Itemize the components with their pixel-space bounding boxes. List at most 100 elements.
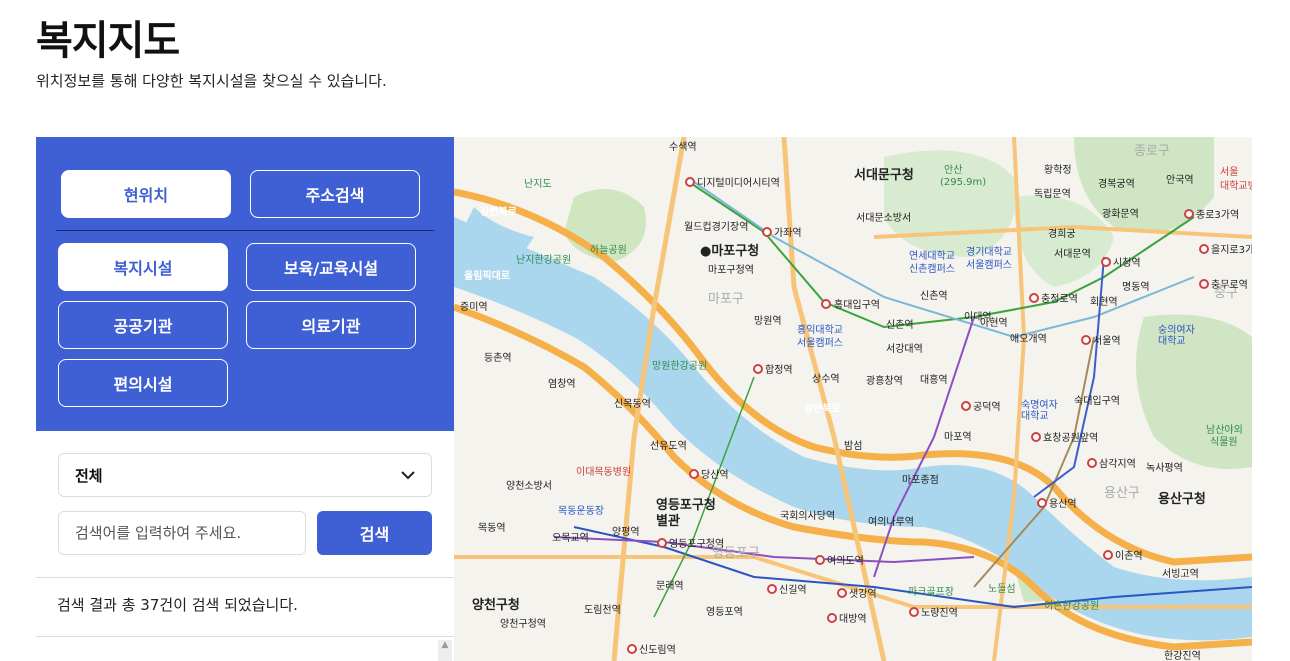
svg-text:용산역: 용산역 [1049, 498, 1077, 510]
page-subtitle: 위치정보를 통해 다양한 복지시설을 찾으실 수 있습니다. [36, 72, 387, 90]
svg-text:월드컵경기장역: 월드컵경기장역 [684, 220, 748, 233]
map-label: 난지한강공원 [516, 254, 571, 266]
map-label: 파크골프장 [908, 586, 954, 598]
svg-text:양평역: 양평역 [612, 526, 640, 538]
map-label: 영등포구청 [656, 497, 716, 513]
svg-text:합정역: 합정역 [765, 364, 793, 376]
svg-text:독립문역: 독립문역 [1034, 187, 1071, 200]
map-label: 서울캠퍼스 [797, 337, 843, 349]
svg-text:문래역: 문래역 [656, 580, 684, 592]
svg-text:영등포구청역: 영등포구청역 [669, 538, 724, 550]
map-label: 서대문구청 [854, 167, 914, 183]
svg-text:도림천역: 도림천역 [584, 604, 621, 616]
map-label: 홍익대학교 [797, 323, 843, 336]
map-canvas[interactable]: 서대문구청 ●마포구청 마포구 영등포구청 별관 영등포구 용산구 용산구청 양… [454, 137, 1252, 661]
category-medical-button[interactable]: 의료기관 [246, 301, 416, 349]
map-label: 식물원 [1210, 436, 1238, 448]
svg-text:시청역: 시청역 [1113, 257, 1141, 269]
map-label: (295.9m) [940, 177, 986, 188]
map-label: 하늘공원 [590, 243, 627, 256]
map-label: 대학교 [1021, 410, 1049, 422]
svg-text:당산역: 당산역 [701, 469, 729, 481]
svg-text:샛강역: 샛강역 [849, 588, 877, 600]
map-view[interactable]: 서대문구청 ●마포구청 마포구 영등포구청 별관 영등포구 용산구 용산구청 양… [454, 137, 1252, 661]
svg-text:여의도역: 여의도역 [827, 555, 864, 567]
svg-text:목동역: 목동역 [478, 522, 506, 534]
category-welfare-button[interactable]: 복지시설 [58, 243, 228, 291]
svg-text:증미역: 증미역 [460, 301, 488, 313]
svg-text:등촌역: 등촌역 [484, 352, 512, 364]
svg-text:상수역: 상수역 [812, 373, 840, 385]
map-label: 서울캠퍼스 [966, 259, 1012, 271]
svg-text:신촌역: 신촌역 [920, 290, 948, 302]
map-label: 마포구 [708, 292, 744, 307]
svg-text:마포구청역: 마포구청역 [708, 264, 754, 276]
divider [56, 230, 434, 231]
svg-text:충정로역: 충정로역 [1041, 293, 1078, 305]
map-label: 강변북로 [804, 402, 841, 415]
map-label: 양천구청 [472, 597, 520, 613]
svg-text:홍대입구역: 홍대입구역 [834, 298, 880, 311]
map-label: 별관 [656, 513, 680, 529]
svg-text:신목동역: 신목동역 [614, 398, 651, 410]
svg-text:한강진역: 한강진역 [1164, 650, 1201, 661]
address-search-tab[interactable]: 주소검색 [250, 170, 420, 218]
svg-text:마포종점: 마포종점 [902, 474, 939, 486]
svg-text:이촌역: 이촌역 [1115, 550, 1143, 562]
map-label: 연세대학교 [909, 250, 955, 262]
map-label: 황학정 [1044, 164, 1072, 176]
svg-text:회현역: 회현역 [1090, 296, 1118, 308]
region-select[interactable]: 전체 [58, 453, 432, 497]
map-label: 강변북로 [480, 205, 517, 218]
page-title: 복지지도 [36, 18, 180, 64]
svg-text:오목교역: 오목교역 [552, 532, 589, 544]
map-label: 대학교 [1158, 335, 1186, 347]
map-label: 양천소방서 [506, 480, 552, 492]
svg-text:명동역: 명동역 [1122, 281, 1150, 293]
svg-text:광흥창역: 광흥창역 [866, 374, 903, 387]
svg-text:신길역: 신길역 [779, 583, 807, 596]
category-public-button[interactable]: 공공기관 [58, 301, 228, 349]
category-convenience-button[interactable]: 편의시설 [58, 359, 228, 407]
search-input[interactable] [58, 511, 306, 555]
map-label: 숙명여자 [1021, 399, 1058, 411]
svg-text:아현역: 아현역 [980, 317, 1008, 329]
filter-panel: 현위치 주소검색 복지시설 보육/교육시설 공공기관 의료기관 편의시설 [36, 137, 454, 431]
map-label: 서울 [1220, 166, 1238, 178]
svg-text:여의나루역: 여의나루역 [868, 516, 914, 528]
svg-text:망원역: 망원역 [754, 315, 782, 327]
svg-text:국회의사당역: 국회의사당역 [780, 510, 835, 522]
map-label: 난지도 [524, 178, 552, 190]
svg-text:광화문역: 광화문역 [1102, 208, 1139, 220]
svg-text:애오개역: 애오개역 [1010, 333, 1047, 345]
svg-text:녹사평역: 녹사평역 [1146, 462, 1183, 474]
svg-text:선유도역: 선유도역 [650, 440, 687, 452]
svg-text:종로3가역: 종로3가역 [1196, 209, 1239, 221]
svg-text:서강대역: 서강대역 [886, 343, 923, 355]
svg-text:대흥역: 대흥역 [920, 373, 948, 386]
search-button[interactable]: 검색 [317, 511, 432, 555]
svg-text:신도림역: 신도림역 [639, 644, 676, 656]
map-label: 경기대학교 [966, 245, 1012, 258]
svg-text:서빙고역: 서빙고역 [1162, 568, 1199, 580]
svg-text:신촌역: 신촌역 [886, 319, 914, 331]
category-childcare-button[interactable]: 보육/교육시설 [246, 243, 416, 291]
svg-text:효창공원앞역: 효창공원앞역 [1043, 432, 1098, 444]
map-label: 종로구 [1134, 144, 1170, 159]
scroll-up-icon[interactable]: ▲ [438, 640, 452, 661]
map-label: 용산구청 [1158, 491, 1206, 507]
svg-text:대방역: 대방역 [839, 613, 867, 625]
svg-text:경복궁역: 경복궁역 [1098, 177, 1135, 190]
map-label: 올림픽대로 [464, 269, 510, 282]
svg-text:가좌역: 가좌역 [774, 227, 802, 239]
svg-text:삼각지역: 삼각지역 [1099, 458, 1136, 470]
region-select-value: 전체 [75, 466, 103, 485]
map-label: 안산 [944, 164, 962, 176]
svg-text:노량진역: 노량진역 [921, 607, 958, 619]
result-count-text: 검색 결과 총 37건이 검색 되었습니다. [57, 596, 298, 614]
map-label: ●마포구청 [700, 243, 759, 259]
map-label: 이촌한강공원 [1044, 600, 1099, 612]
current-location-tab[interactable]: 현위치 [61, 170, 231, 218]
map-label: 이대목동병원 [576, 466, 631, 478]
svg-text:안국역: 안국역 [1166, 174, 1194, 186]
